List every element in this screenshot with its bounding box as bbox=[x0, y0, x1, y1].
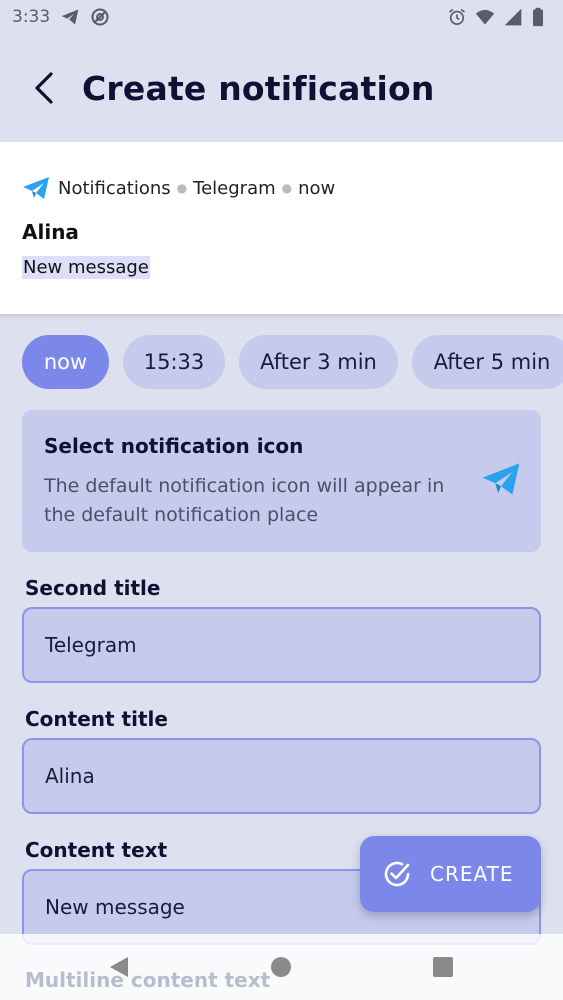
chip-time[interactable]: 15:33 bbox=[123, 335, 225, 389]
status-time: 3:33 bbox=[12, 7, 51, 27]
create-button[interactable]: CREATE bbox=[360, 836, 541, 912]
back-arrow-icon[interactable] bbox=[22, 66, 66, 110]
icon-card-description: The default notification icon will appea… bbox=[44, 475, 445, 526]
preview-time: now bbox=[298, 177, 336, 199]
page-title: Create notification bbox=[82, 68, 435, 108]
chip-after-5-min[interactable]: After 5 min bbox=[412, 335, 563, 389]
content-title-input[interactable]: Alina bbox=[22, 738, 541, 814]
second-title-label: Second title bbox=[25, 576, 161, 600]
preview-title: Alina bbox=[22, 220, 79, 244]
preview-app: Telegram bbox=[193, 177, 276, 199]
preview-channel: Notifications bbox=[58, 177, 171, 199]
check-circle-icon bbox=[382, 859, 412, 889]
nav-recents-icon[interactable] bbox=[430, 954, 456, 980]
content-title-label: Content title bbox=[25, 707, 168, 731]
telegram-icon bbox=[60, 7, 80, 27]
multiline-content-label: Multiline content text bbox=[25, 968, 271, 992]
alarm-icon bbox=[447, 7, 467, 27]
separator-dot: ● bbox=[281, 181, 293, 195]
telegram-icon bbox=[481, 462, 521, 500]
preview-header: Notifications ● Telegram ● now bbox=[22, 176, 335, 200]
icon-card-title: Select notification icon bbox=[44, 434, 304, 458]
nav-home-icon[interactable] bbox=[268, 954, 294, 980]
content-text-label: Content text bbox=[25, 838, 168, 862]
signal-icon bbox=[503, 7, 523, 27]
battery-icon bbox=[531, 7, 551, 27]
status-bar: 3:33 bbox=[0, 0, 563, 34]
chip-now[interactable]: now bbox=[22, 335, 109, 389]
app-bar: Create notification bbox=[0, 34, 563, 142]
select-icon-card[interactable]: Select notification icon The default not… bbox=[22, 410, 541, 552]
wifi-icon bbox=[475, 7, 495, 27]
at-sign-icon bbox=[90, 7, 110, 27]
notification-preview: Notifications ● Telegram ● now Alina New… bbox=[0, 142, 563, 314]
preview-text: New message bbox=[22, 256, 150, 279]
chip-after-3-min[interactable]: After 3 min bbox=[239, 335, 398, 389]
create-button-label: CREATE bbox=[430, 862, 514, 886]
second-title-input[interactable]: Telegram bbox=[22, 607, 541, 683]
time-chip-row: now 15:33 After 3 min After 5 min bbox=[22, 335, 563, 389]
separator-dot: ● bbox=[176, 181, 188, 195]
telegram-icon bbox=[22, 176, 50, 200]
